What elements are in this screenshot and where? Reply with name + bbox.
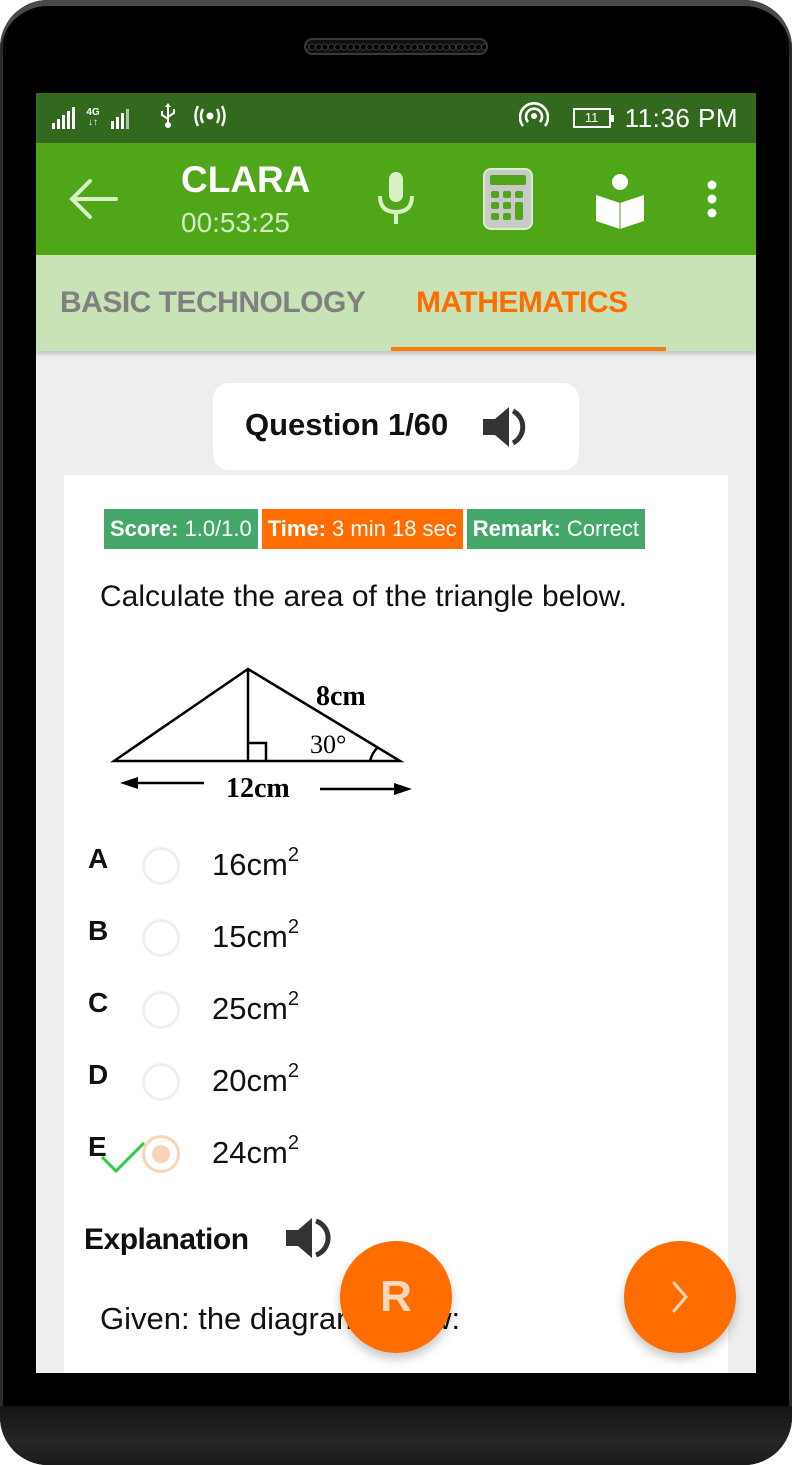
review-button[interactable]: R [340, 1241, 452, 1353]
next-question-button[interactable] [624, 1241, 736, 1353]
phone-chin [0, 1406, 792, 1465]
read-explanation-button[interactable] [284, 1213, 336, 1263]
radio-button[interactable] [142, 919, 180, 957]
correct-check-icon [100, 1141, 146, 1174]
screen: 4G ↓↑ 11 11:36 PM CLARA 00:53:25 BASIC T… [36, 93, 756, 1373]
answer-option-b[interactable]: B 15cm2 [64, 915, 664, 975]
radio-button[interactable] [142, 1063, 180, 1101]
radio-selected[interactable] [142, 1135, 180, 1173]
option-text: 20cm2 [212, 1060, 299, 1099]
chevron-right-icon [672, 1281, 688, 1313]
option-text: 15cm2 [212, 916, 299, 955]
status-bar: 4G ↓↑ 11 11:36 PM [36, 93, 756, 143]
question-number: Question 1/60 [245, 407, 449, 442]
question-header: Question 1/60 [213, 383, 579, 470]
hotspot-icon [518, 101, 549, 135]
battery-icon: 11 [572, 108, 614, 128]
score-label: Score: [110, 516, 179, 541]
answer-option-a[interactable]: A 16cm2 [64, 843, 664, 903]
option-value: 24cm [212, 1135, 288, 1170]
right-angle-marker [248, 741, 268, 761]
result-badges: Score: 1.0/1.0 Time: 3 min 18 sec Remark… [104, 509, 645, 549]
base-label: 12cm [226, 773, 290, 804]
more-vert-icon [707, 180, 717, 218]
question-text: Calculate the area of the triangle below… [100, 580, 628, 613]
read-question-button[interactable] [481, 403, 533, 451]
tab-basic-technology[interactable]: BASIC TECHNOLOGY [60, 255, 366, 351]
signal-icon [111, 107, 129, 129]
active-tab-indicator [391, 347, 666, 351]
score-badge: Score: 1.0/1.0 [104, 509, 258, 549]
answer-option-d[interactable]: D 20cm2 [64, 1059, 664, 1119]
reading-book-icon [596, 174, 644, 229]
radio-button[interactable] [142, 991, 180, 1029]
option-letter: A [88, 843, 109, 874]
option-exponent: 2 [287, 916, 299, 938]
calculator-icon [483, 168, 533, 230]
option-letter: C [88, 987, 109, 1018]
triangle-diagram: 8cm 30° 12cm [109, 667, 412, 804]
app-bar: CLARA 00:53:25 [36, 143, 756, 255]
time-value: 3 min 18 sec [332, 516, 457, 541]
option-letter: D [88, 1059, 109, 1090]
angle-arc [368, 746, 379, 762]
answer-option-c[interactable]: C 25cm2 [64, 987, 664, 1047]
time-label: Time: [267, 516, 327, 541]
angle-label: 30° [310, 730, 346, 759]
speaker-icon [483, 407, 526, 447]
option-value: 20cm [212, 1063, 288, 1098]
option-exponent: 2 [287, 844, 299, 866]
radio-button[interactable] [142, 847, 180, 885]
broadcast-icon [193, 104, 227, 133]
remark-badge: Remark: Correct [466, 509, 645, 549]
remark-value: Correct [566, 516, 639, 541]
option-value: 25cm [212, 991, 288, 1026]
phone-frame: 4G ↓↑ 11 11:36 PM CLARA 00:53:25 BASIC T… [0, 0, 792, 1465]
answer-option-e[interactable]: E 24cm2 [64, 1131, 664, 1191]
exam-timer: 00:53:25 [181, 207, 290, 238]
signal-icon [52, 107, 75, 129]
network-type: 4G [86, 107, 100, 118]
option-value: 15cm [212, 919, 288, 954]
phone-speaker [304, 38, 488, 55]
status-clock: 11:36 PM [624, 102, 738, 133]
option-value: 16cm [212, 847, 288, 882]
microphone-icon [378, 172, 414, 224]
remark-label: Remark: [472, 516, 561, 541]
back-button[interactable] [64, 175, 120, 223]
usb-icon [157, 102, 179, 134]
option-exponent: 2 [287, 1132, 299, 1154]
explanation-title: Explanation [84, 1223, 249, 1256]
more-options-button[interactable] [700, 179, 724, 219]
calculator-button[interactable] [482, 167, 534, 231]
study-button[interactable] [594, 173, 646, 229]
option-exponent: 2 [287, 988, 299, 1010]
app-title: CLARA [181, 159, 311, 200]
microphone-button[interactable] [376, 170, 416, 226]
speaker-icon [286, 1218, 331, 1258]
back-arrow-icon [69, 179, 118, 219]
hypotenuse-label: 8cm [316, 681, 366, 712]
option-text: 16cm2 [212, 844, 299, 883]
option-text: 24cm2 [212, 1132, 299, 1171]
question-card: Score: 1.0/1.0 Time: 3 min 18 sec Remark… [64, 475, 728, 1373]
option-text: 25cm2 [212, 988, 299, 1027]
time-badge: Time: 3 min 18 sec [261, 509, 463, 549]
tab-mathematics[interactable]: MATHEMATICS [416, 255, 628, 351]
subject-tabs: BASIC TECHNOLOGY MATHEMATICS [36, 255, 756, 351]
option-letter: B [88, 915, 109, 946]
option-exponent: 2 [287, 1060, 299, 1082]
score-value: 1.0/1.0 [184, 516, 252, 541]
4g-data-icon: 4G ↓↑ [86, 107, 100, 128]
